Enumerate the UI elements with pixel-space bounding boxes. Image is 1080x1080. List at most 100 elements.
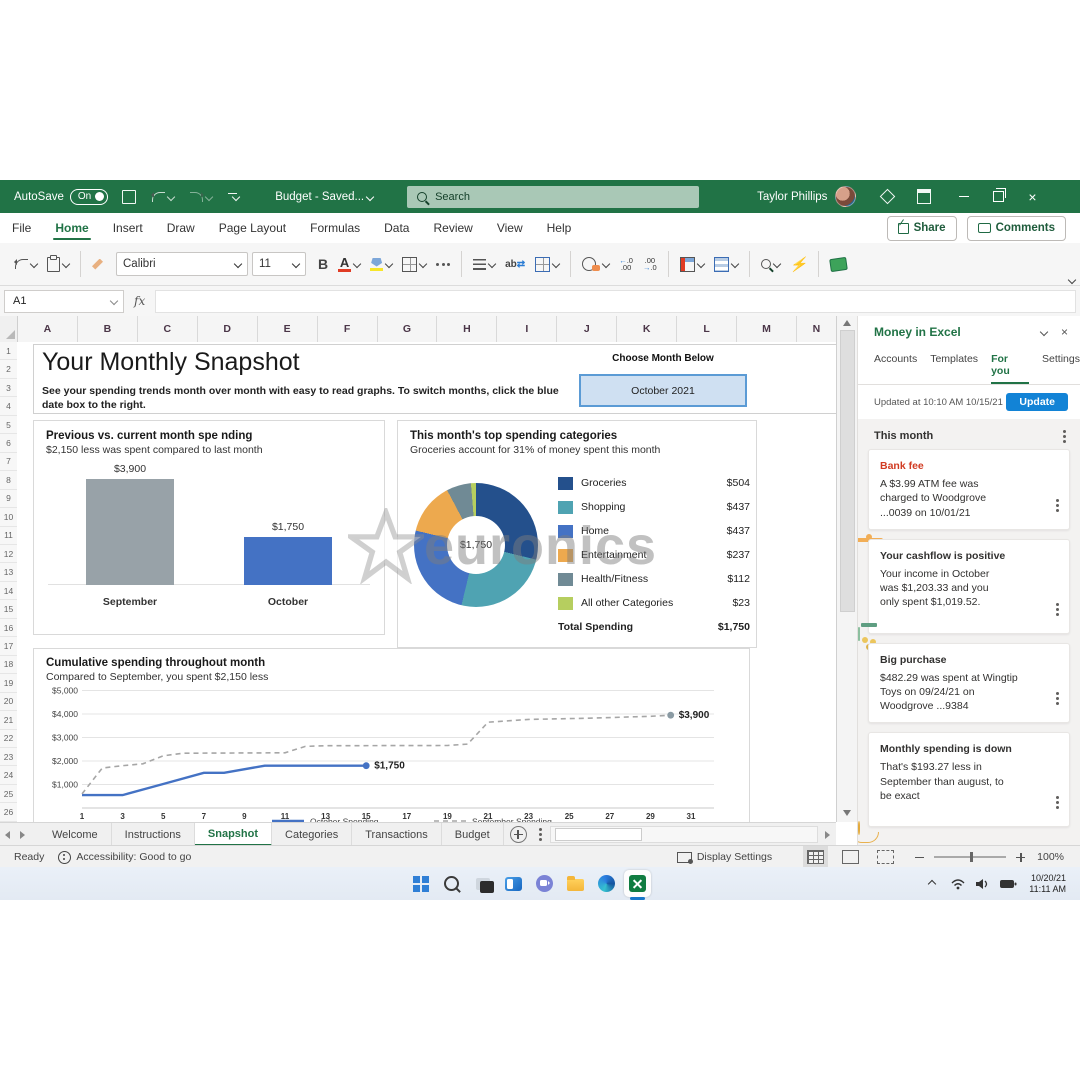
panel-chevron-down-icon[interactable] — [1040, 328, 1048, 336]
tab-formulas[interactable]: Formulas — [298, 214, 372, 242]
battery-icon[interactable] — [999, 878, 1017, 890]
sheet-tab-budget[interactable]: Budget — [442, 823, 504, 846]
user-name[interactable]: Taylor Phillips — [757, 191, 827, 203]
volume-icon[interactable] — [975, 878, 989, 890]
column-header[interactable]: E — [258, 316, 318, 342]
tab-help[interactable]: Help — [535, 214, 584, 242]
row-header[interactable]: 11 — [0, 527, 17, 545]
insight-card[interactable]: Monthly spending is down That's $193.27 … — [868, 732, 1070, 827]
format-as-table-button[interactable] — [714, 257, 738, 272]
row-header[interactable]: 18 — [0, 656, 17, 674]
card-menu-icon[interactable] — [1056, 697, 1059, 700]
row-header[interactable]: 12 — [0, 545, 17, 563]
column-header[interactable]: C — [138, 316, 198, 342]
row-header[interactable]: 20 — [0, 693, 17, 711]
panel-close-icon[interactable]: × — [1061, 325, 1068, 339]
find-select-button[interactable] — [761, 259, 780, 269]
insight-card[interactable]: Your cashflow is positive Your income in… — [868, 539, 1070, 634]
edge-icon[interactable] — [593, 870, 620, 897]
worksheet[interactable]: Your Monthly Snapshot See your spending … — [17, 342, 836, 822]
card-menu-icon[interactable] — [1056, 608, 1059, 611]
borders-button[interactable] — [402, 257, 426, 272]
number-format-button[interactable] — [582, 257, 609, 271]
row-header[interactable]: 9 — [0, 490, 17, 508]
card-menu-icon[interactable] — [1056, 504, 1059, 507]
row-header[interactable]: 21 — [0, 711, 17, 729]
column-header[interactable]: N — [797, 316, 836, 342]
row-header[interactable]: 4 — [0, 397, 17, 415]
fx-icon[interactable]: fx — [134, 294, 145, 308]
row-header[interactable]: 3 — [0, 379, 17, 397]
wrap-text-button[interactable]: ab⇄ — [505, 259, 525, 270]
column-header[interactable]: L — [677, 316, 737, 342]
column-header[interactable]: D — [198, 316, 258, 342]
merge-center-button[interactable] — [535, 257, 559, 272]
search-input[interactable]: Search — [407, 186, 699, 208]
tray-hidden-icons-chevron[interactable] — [928, 879, 936, 887]
file-explorer-icon[interactable] — [562, 870, 589, 897]
tab-page-layout[interactable]: Page Layout — [207, 214, 298, 242]
column-header[interactable]: A — [18, 316, 78, 342]
font-name-select[interactable]: Calibri — [116, 252, 248, 276]
panel-tab-settings[interactable]: Settings — [1042, 353, 1080, 384]
panel-tab-for-you[interactable]: For you — [991, 353, 1029, 384]
tab-insert[interactable]: Insert — [101, 214, 155, 242]
row-header[interactable]: 26 — [0, 803, 17, 821]
column-header[interactable]: M — [737, 316, 797, 342]
tab-home[interactable]: Home — [43, 214, 100, 242]
close-button[interactable]: × — [1015, 180, 1049, 213]
row-header[interactable]: 13 — [0, 563, 17, 581]
restore-button[interactable] — [981, 180, 1015, 213]
paste-button[interactable] — [47, 257, 69, 272]
task-view-icon[interactable] — [469, 870, 496, 897]
ribbon-collapse-chevron-icon[interactable] — [1066, 277, 1075, 283]
row-header[interactable]: 6 — [0, 434, 17, 452]
undo-icon[interactable] — [152, 192, 174, 202]
zoom-slider-thumb[interactable] — [970, 852, 973, 862]
card-menu-icon[interactable] — [1056, 801, 1059, 804]
analyze-data-button[interactable]: ⚡ — [790, 256, 807, 273]
sheet-nav-left-icon[interactable] — [5, 831, 10, 839]
minimize-button[interactable] — [947, 180, 981, 213]
row-header[interactable]: 5 — [0, 416, 17, 434]
tab-file[interactable]: File — [0, 214, 43, 242]
column-header[interactable]: J — [557, 316, 617, 342]
tab-review[interactable]: Review — [421, 214, 484, 242]
column-header[interactable]: G — [378, 316, 438, 342]
row-header[interactable]: 8 — [0, 471, 17, 489]
row-header[interactable]: 2 — [0, 360, 17, 378]
normal-view-button[interactable] — [807, 850, 824, 864]
row-header[interactable]: 24 — [0, 766, 17, 784]
sheet-options-icon[interactable] — [539, 833, 542, 836]
panel-tab-accounts[interactable]: Accounts — [874, 353, 917, 384]
taskbar-search-icon[interactable] — [438, 870, 465, 897]
hscroll-thumb[interactable] — [555, 828, 642, 841]
start-button[interactable] — [407, 870, 434, 897]
grid-vertical-scrollbar[interactable] — [836, 316, 857, 822]
column-header[interactable]: I — [497, 316, 557, 342]
row-header[interactable]: 7 — [0, 453, 17, 471]
sheet-tab-instructions[interactable]: Instructions — [112, 823, 195, 846]
zoom-out-button[interactable] — [915, 853, 924, 862]
page-break-view-button[interactable] — [877, 850, 894, 864]
page-layout-view-button[interactable] — [842, 850, 859, 864]
share-button[interactable]: Share — [887, 216, 957, 241]
fill-color-button[interactable] — [370, 258, 392, 271]
zoom-slider[interactable] — [934, 856, 1006, 858]
accessibility-status[interactable]: Accessibility: Good to go — [76, 851, 191, 863]
widgets-icon[interactable] — [500, 870, 527, 897]
format-painter-button[interactable] — [92, 259, 103, 270]
tab-draw[interactable]: Draw — [155, 214, 207, 242]
scroll-down-icon[interactable] — [843, 810, 851, 816]
display-settings-label[interactable]: Display Settings — [697, 851, 772, 863]
update-button[interactable]: Update — [1006, 393, 1068, 411]
tab-view[interactable]: View — [485, 214, 535, 242]
sheet-tab-transactions[interactable]: Transactions — [352, 823, 442, 846]
zoom-level[interactable]: 100% — [1037, 851, 1064, 863]
excel-taskbar-icon[interactable] — [624, 870, 651, 897]
save-icon[interactable] — [122, 190, 136, 204]
row-header[interactable]: 19 — [0, 674, 17, 692]
name-box[interactable]: A1 — [4, 290, 124, 313]
document-title[interactable]: Budget - Saved... — [275, 191, 364, 203]
sheet-tab-categories[interactable]: Categories — [272, 823, 352, 846]
